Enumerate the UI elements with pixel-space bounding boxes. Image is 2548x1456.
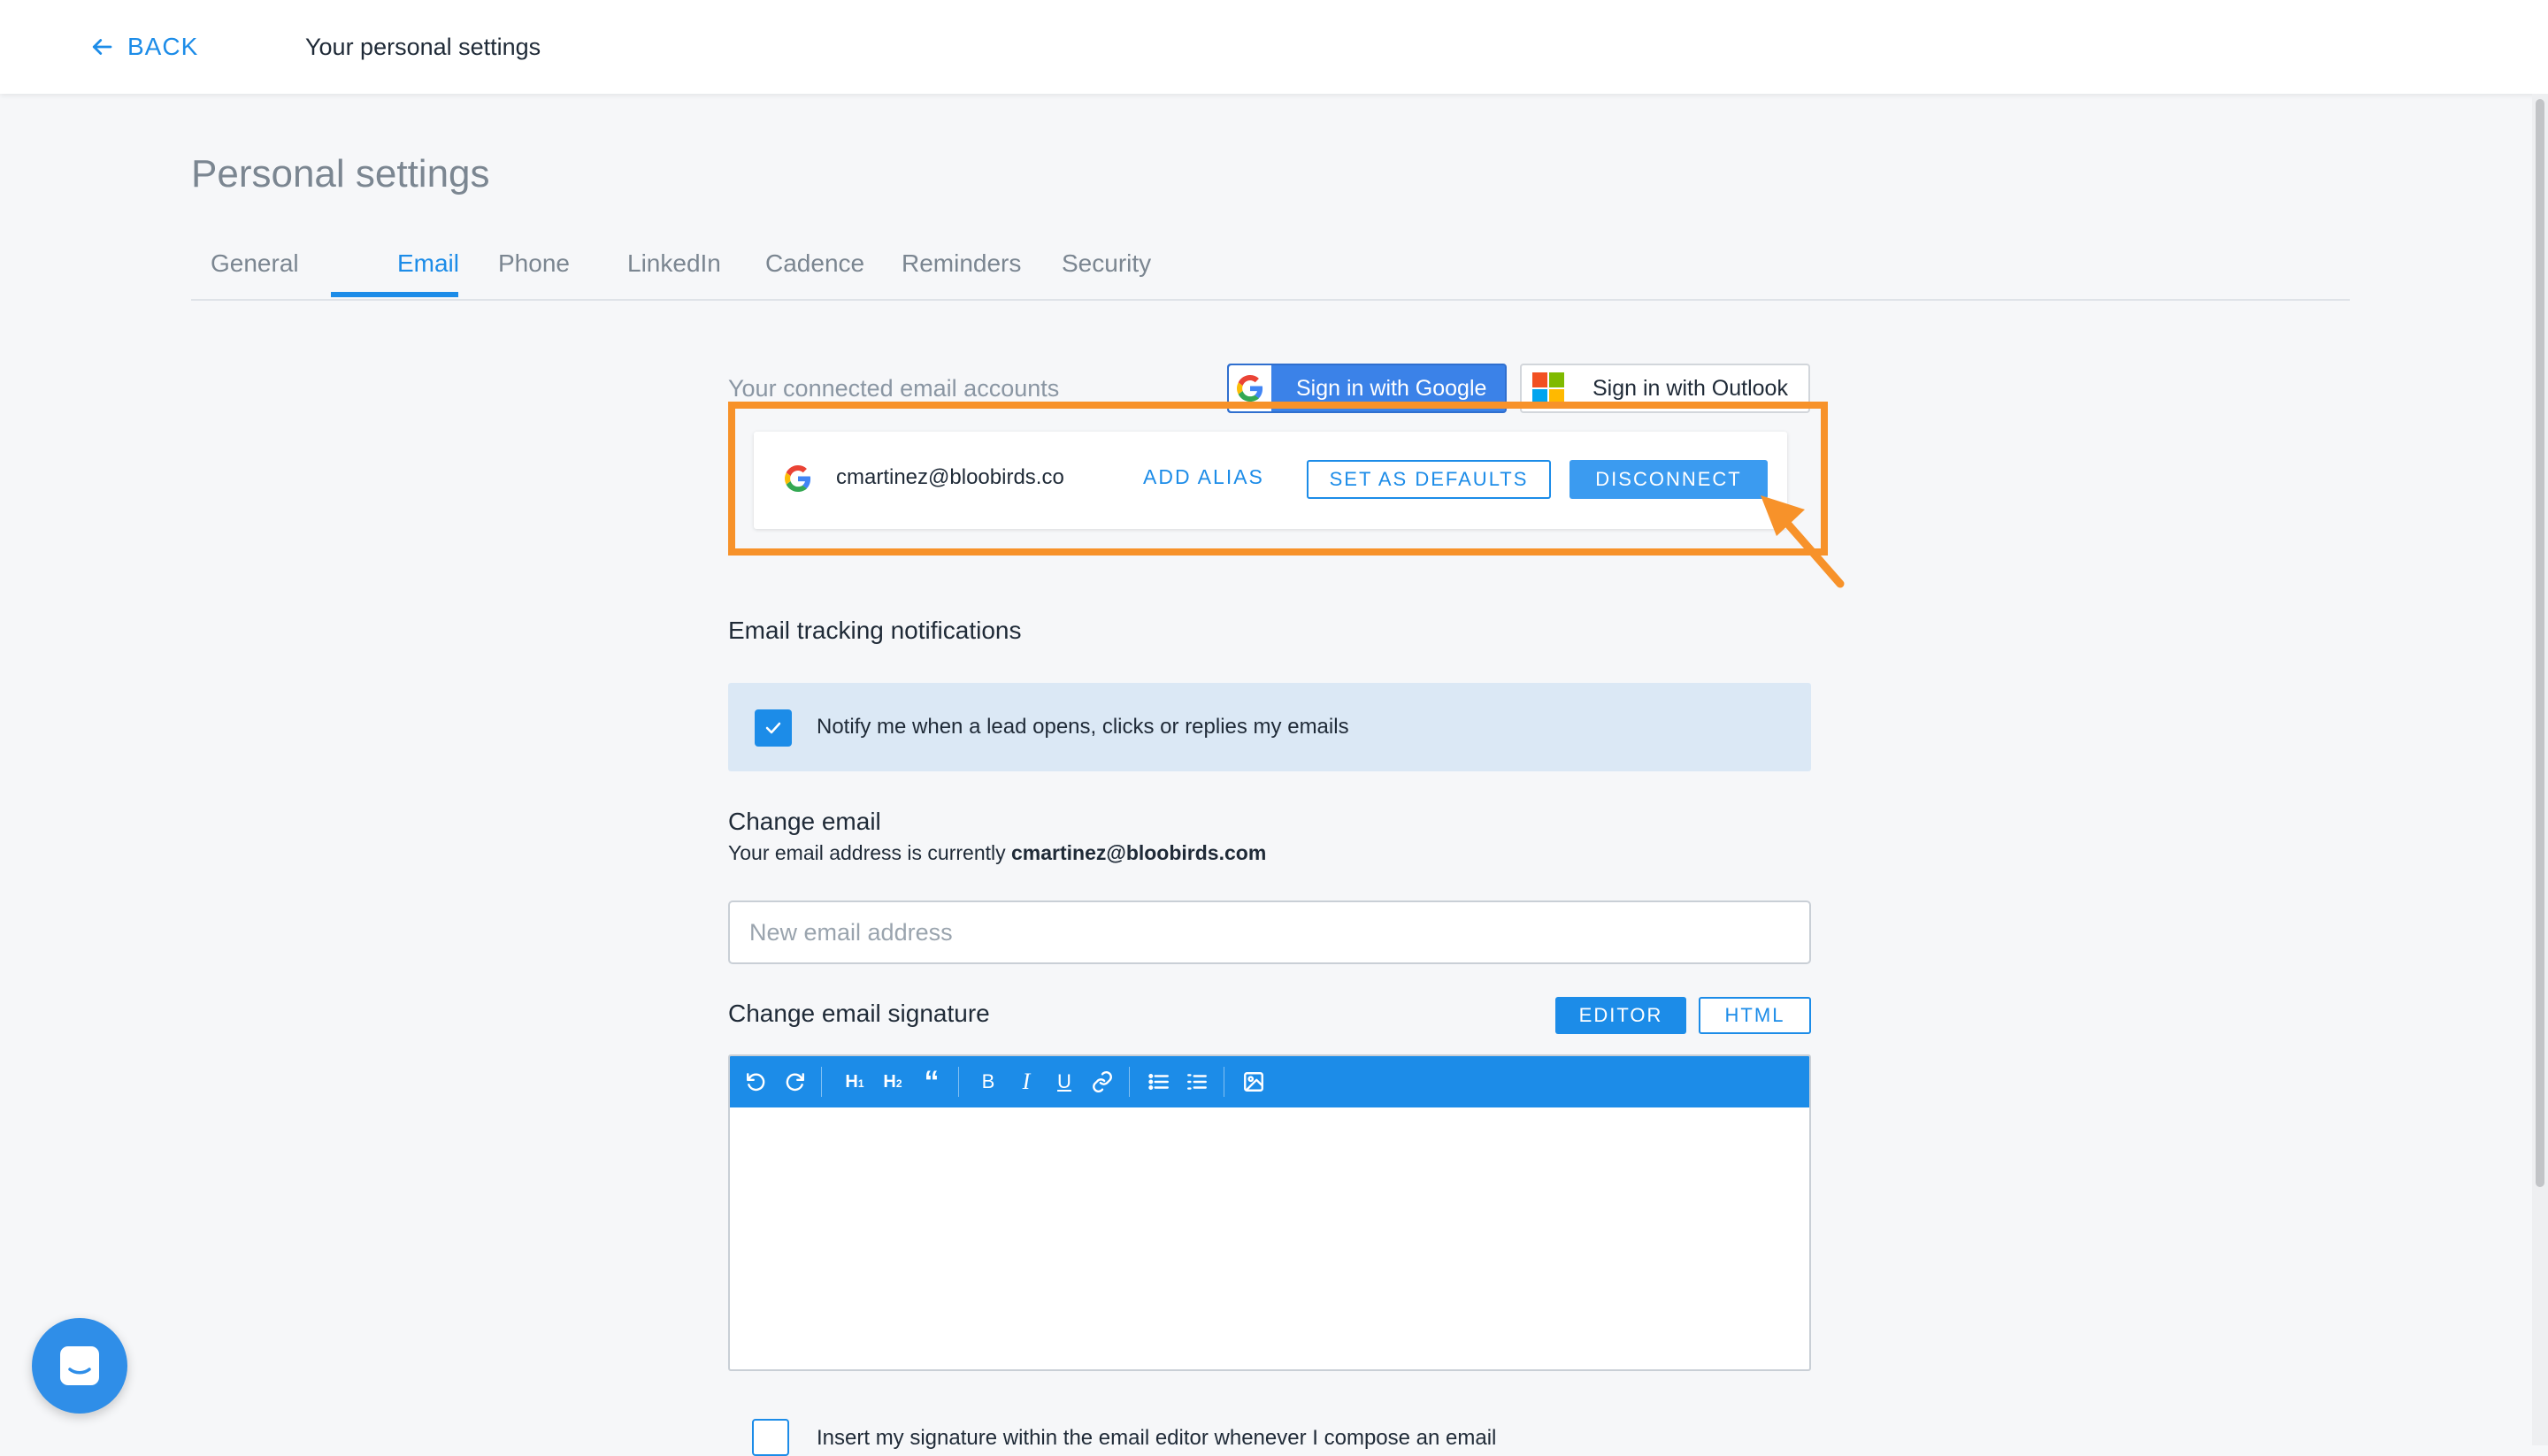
bulleted-list-icon[interactable] xyxy=(1143,1066,1175,1098)
signature-title: Change email signature xyxy=(728,1000,990,1027)
sign-in-google-label: Sign in with Google xyxy=(1296,375,1487,401)
italic-label: I xyxy=(1022,1069,1031,1094)
signature-editor: H1 H2 “ B I U xyxy=(728,1054,1811,1371)
chat-icon xyxy=(60,1346,99,1385)
back-button[interactable]: BACK xyxy=(88,27,198,67)
current-email-text: Your email address is currently cmartine… xyxy=(728,841,1266,865)
tab-phone[interactable]: Phone xyxy=(498,249,570,278)
microsoft-icon xyxy=(1532,372,1564,404)
page-title: Personal settings xyxy=(191,152,490,195)
redo-icon[interactable] xyxy=(779,1066,810,1098)
current-email-prefix: Your email address is currently xyxy=(728,841,1012,864)
tab-email[interactable]: Email xyxy=(365,249,492,278)
active-tab-indicator xyxy=(331,292,458,297)
link-icon[interactable] xyxy=(1086,1066,1118,1098)
scrollbar-thumb[interactable] xyxy=(2536,99,2544,1187)
italic-button[interactable]: I xyxy=(1010,1066,1042,1098)
image-icon[interactable] xyxy=(1238,1066,1270,1098)
notify-checkbox[interactable] xyxy=(755,709,792,747)
underline-button[interactable]: U xyxy=(1048,1066,1080,1098)
h2-label: H xyxy=(883,1071,896,1092)
top-bar: BACK Your personal settings xyxy=(0,0,2548,94)
undo-icon[interactable] xyxy=(741,1066,772,1098)
toolbar-divider xyxy=(1129,1067,1130,1097)
h1-label: H xyxy=(845,1071,858,1092)
settings-tabs: General Email Phone LinkedIn Cadence Rem… xyxy=(191,239,2350,301)
toolbar-divider xyxy=(958,1067,959,1097)
chat-launcher-button[interactable] xyxy=(32,1318,127,1414)
back-label: BACK xyxy=(127,33,199,60)
editor-mode-button[interactable]: EDITOR xyxy=(1555,997,1686,1034)
heading-1-button[interactable]: H1 xyxy=(839,1066,871,1098)
signature-editor-body[interactable] xyxy=(730,1107,1809,1369)
insert-signature-label: Insert my signature within the email edi… xyxy=(817,1426,1497,1450)
tab-security[interactable]: Security xyxy=(1062,249,1151,278)
bold-button[interactable]: B xyxy=(972,1066,1004,1098)
editor-toolbar: H1 H2 “ B I U xyxy=(730,1056,1809,1107)
heading-2-button[interactable]: H2 xyxy=(877,1066,909,1098)
notify-label: Notify me when a lead opens, clicks or r… xyxy=(817,715,1349,739)
arrow-left-icon xyxy=(92,39,112,55)
toolbar-divider xyxy=(821,1067,822,1097)
sign-in-outlook-label: Sign in with Outlook xyxy=(1592,375,1788,401)
tab-reminders[interactable]: Reminders xyxy=(902,249,1021,278)
notify-option: Notify me when a lead opens, clicks or r… xyxy=(728,683,1811,771)
tracking-title: Email tracking notifications xyxy=(728,617,1022,644)
html-mode-button[interactable]: HTML xyxy=(1699,997,1811,1034)
checkmark-icon xyxy=(765,722,781,734)
connected-accounts-label: Your connected email accounts xyxy=(728,375,1060,402)
highlight-annotation xyxy=(728,402,1828,556)
pointer-arrow-icon xyxy=(1761,495,1845,588)
new-email-input[interactable] xyxy=(728,900,1811,964)
quote-icon[interactable]: “ xyxy=(916,1066,948,1098)
tab-linkedin[interactable]: LinkedIn xyxy=(627,249,721,278)
current-email-value: cmartinez@bloobirds.com xyxy=(1011,841,1267,864)
underline-label: U xyxy=(1057,1070,1071,1092)
bold-label: B xyxy=(981,1070,995,1092)
topbar-title: Your personal settings xyxy=(305,34,541,60)
change-email-title: Change email xyxy=(728,808,881,835)
tab-general[interactable]: General xyxy=(211,249,299,278)
insert-signature-checkbox[interactable] xyxy=(752,1419,789,1456)
numbered-list-icon[interactable] xyxy=(1181,1066,1213,1098)
tab-cadence[interactable]: Cadence xyxy=(765,249,864,278)
